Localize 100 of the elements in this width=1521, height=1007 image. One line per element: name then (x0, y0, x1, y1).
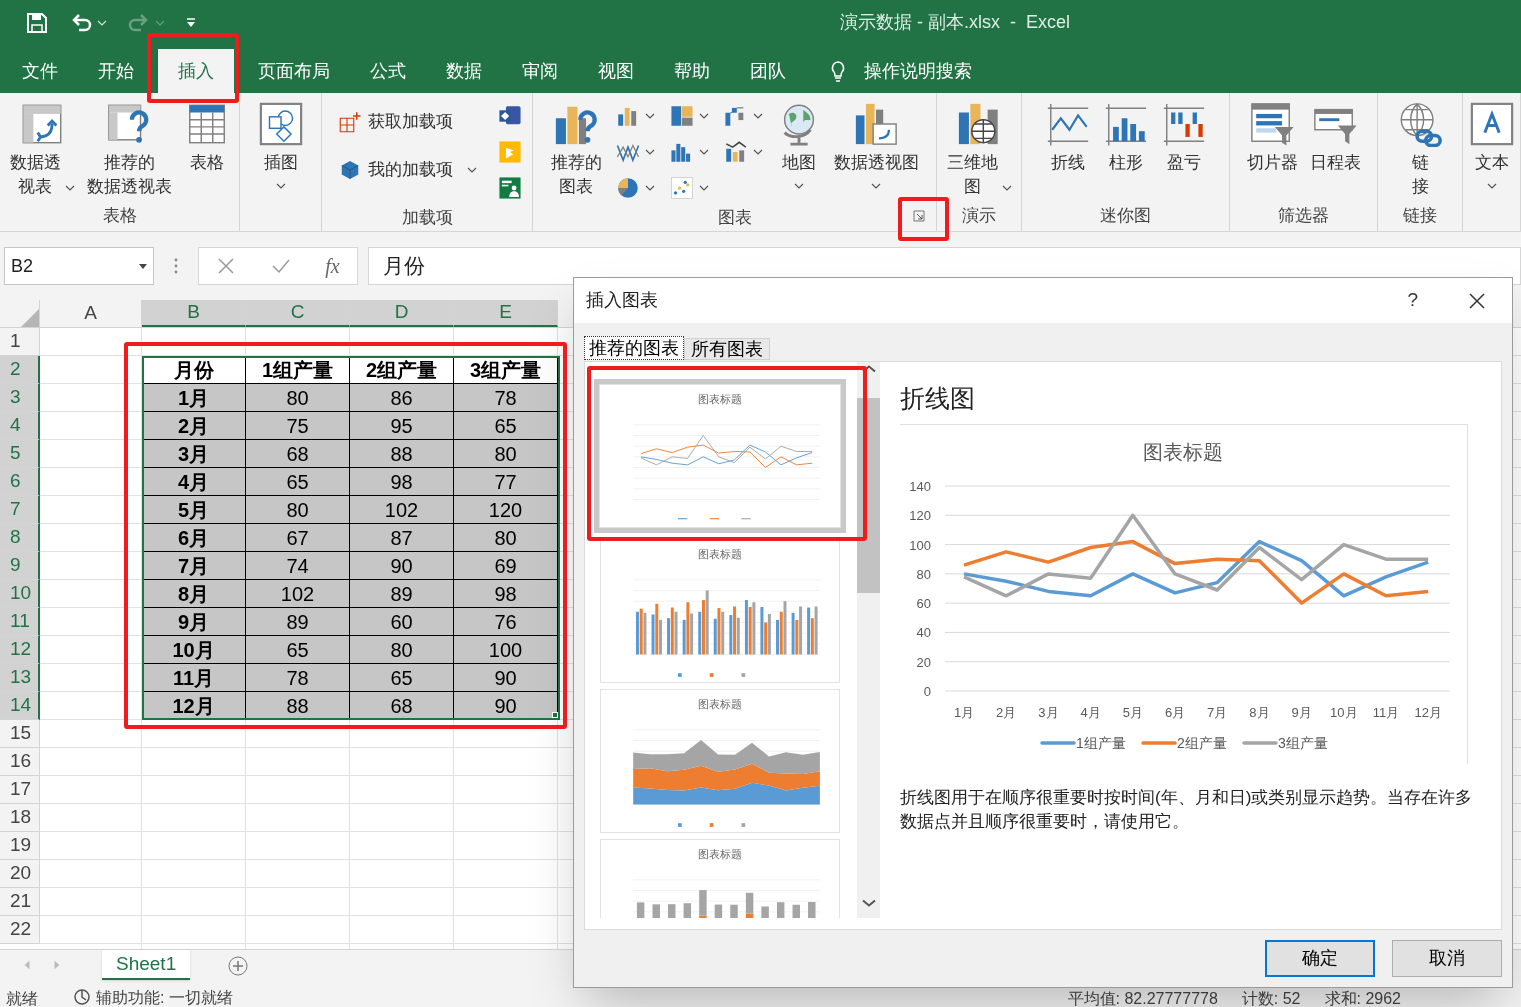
table-cell[interactable]: 87 (350, 524, 454, 552)
ribbon-tab[interactable]: 视图 (578, 49, 654, 93)
table-cell[interactable]: 80 (246, 496, 350, 524)
table-cell[interactable]: 1月 (142, 384, 246, 412)
table-cell[interactable]: 9月 (142, 608, 246, 636)
column-header[interactable]: C (246, 300, 350, 327)
table-cell[interactable]: 2月 (142, 412, 246, 440)
ribbon-button[interactable]: 折线 (1039, 99, 1096, 175)
table-cell[interactable]: 80 (454, 440, 558, 468)
table-cell[interactable]: 8月 (142, 580, 246, 608)
table-cell[interactable]: 90 (454, 664, 558, 692)
row-header[interactable]: 9 (0, 552, 40, 580)
row-header[interactable]: 18 (0, 804, 40, 832)
tell-me-search[interactable]: 操作说明搜索 (806, 49, 972, 93)
chart-thumbnail[interactable]: 图表标题 (600, 689, 840, 833)
row-header[interactable]: 8 (0, 524, 40, 552)
ribbon-button[interactable]: 链 接 (1392, 99, 1448, 199)
table-cell[interactable]: 80 (246, 384, 350, 412)
table-cell[interactable]: 2组产量 (350, 356, 454, 384)
table-cell[interactable]: 1组产量 (246, 356, 350, 384)
ribbon-button[interactable]: 文本 (1463, 99, 1520, 189)
row-header[interactable]: 4 (0, 412, 40, 440)
table-cell[interactable]: 69 (454, 552, 558, 580)
table-cell[interactable]: 3月 (142, 440, 246, 468)
table-cell[interactable]: 7月 (142, 552, 246, 580)
ribbon-button[interactable]: 切片器 (1241, 99, 1303, 175)
ribbon-tab[interactable]: 团队 (730, 49, 806, 93)
table-cell[interactable]: 12月 (142, 692, 246, 720)
insert-function-button[interactable]: fx (325, 251, 340, 281)
column-header[interactable]: D (350, 300, 454, 327)
sheet-tab[interactable]: Sheet1 (102, 950, 191, 980)
table-cell[interactable]: 98 (350, 468, 454, 496)
table-cell[interactable]: 月份 (142, 356, 246, 384)
ribbon-tab[interactable]: 插入 (158, 49, 234, 93)
ribbon-button[interactable]: 日程表 (1304, 99, 1366, 175)
table-cell[interactable]: 74 (246, 552, 350, 580)
ribbon-button[interactable]: 数据透视图 (828, 99, 924, 189)
table-cell[interactable]: 120 (454, 496, 558, 524)
ribbon-button[interactable]: 推荐的 图表 (545, 99, 607, 199)
row-header[interactable]: 15 (0, 720, 40, 748)
name-box[interactable]: B2 (4, 247, 154, 285)
table-cell[interactable]: 65 (454, 412, 558, 440)
cancel-button[interactable] (216, 256, 237, 276)
table-cell[interactable]: 78 (454, 384, 558, 412)
table-cell[interactable]: 80 (454, 524, 558, 552)
row-header[interactable]: 19 (0, 832, 40, 860)
dialog-button[interactable]: 取消 (1392, 940, 1502, 977)
ribbon-button[interactable]: 插图 (252, 99, 309, 189)
ribbon-button[interactable]: 获取加载项 (329, 99, 485, 145)
ribbon-tab[interactable]: 审阅 (502, 49, 578, 93)
row-header[interactable]: 2 (0, 356, 40, 384)
table-cell[interactable]: 77 (454, 468, 558, 496)
table-cell[interactable]: 60 (350, 608, 454, 636)
table-cell[interactable]: 65 (246, 636, 350, 664)
scrollbar[interactable] (857, 362, 880, 918)
column-header[interactable]: E (454, 300, 558, 327)
ribbon-button[interactable]: 推荐的 数据透视表 (81, 99, 177, 199)
dialog-button[interactable]: 确定 (1265, 940, 1375, 977)
ribbon-tab[interactable]: 公式 (350, 49, 426, 93)
table-cell[interactable]: 65 (350, 664, 454, 692)
row-header[interactable]: 1 (0, 328, 40, 356)
ribbon-button[interactable]: 表格 (178, 99, 235, 175)
table-cell[interactable]: 4月 (142, 468, 246, 496)
table-cell[interactable]: 76 (454, 608, 558, 636)
ribbon-tab[interactable]: 文件 (2, 49, 78, 93)
row-header[interactable]: 17 (0, 776, 40, 804)
table-cell[interactable]: 88 (246, 692, 350, 720)
row-header[interactable]: 11 (0, 608, 40, 636)
table-cell[interactable]: 89 (246, 608, 350, 636)
ribbon-button[interactable]: 我的加载项 (329, 147, 485, 193)
dialog-tab[interactable]: 推荐的图表 (584, 336, 684, 360)
table-cell[interactable]: 75 (246, 412, 350, 440)
table-cell[interactable]: 5月 (142, 496, 246, 524)
table-cell[interactable]: 102 (350, 496, 454, 524)
chart-thumbnail[interactable]: 图表标题 (600, 539, 840, 683)
column-header[interactable]: B (142, 300, 246, 327)
ribbon-button[interactable]: 三维地 图 (941, 99, 1017, 199)
table-cell[interactable]: 11月 (142, 664, 246, 692)
row-header[interactable]: 20 (0, 860, 40, 888)
table-cell[interactable]: 98 (454, 580, 558, 608)
row-header[interactable]: 7 (0, 496, 40, 524)
row-header[interactable]: 22 (0, 916, 40, 944)
table-cell[interactable]: 65 (246, 468, 350, 496)
row-header[interactable]: 21 (0, 888, 40, 916)
row-header[interactable]: 10 (0, 580, 40, 608)
row-header[interactable]: 3 (0, 384, 40, 412)
row-header[interactable]: 14 (0, 692, 40, 720)
table-cell[interactable]: 100 (454, 636, 558, 664)
help-button[interactable]: ? (1407, 286, 1418, 315)
table-cell[interactable]: 89 (350, 580, 454, 608)
table-cell[interactable]: 90 (350, 552, 454, 580)
ribbon-tab[interactable]: 帮助 (654, 49, 730, 93)
ribbon-tab[interactable]: 数据 (426, 49, 502, 93)
table-cell[interactable]: 95 (350, 412, 454, 440)
row-header[interactable]: 16 (0, 748, 40, 776)
table-cell[interactable]: 88 (350, 440, 454, 468)
dialog-tab[interactable]: 所有图表 (684, 338, 770, 360)
new-sheet-button[interactable] (228, 956, 249, 976)
row-header[interactable]: 12 (0, 636, 40, 664)
close-button[interactable] (1468, 291, 1486, 310)
